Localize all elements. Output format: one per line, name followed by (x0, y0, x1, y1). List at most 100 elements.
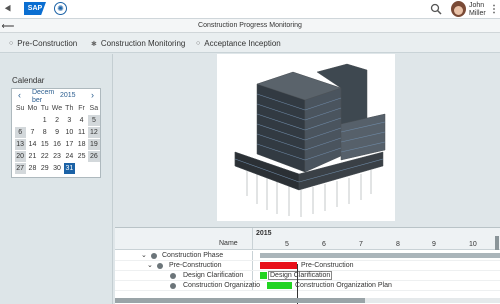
calendar-day[interactable]: 15 (39, 138, 51, 150)
calendar-day[interactable]: 29 (39, 162, 51, 174)
weekday-label: Tu (40, 105, 49, 112)
back-arrow-icon[interactable]: ⯇ (3, 2, 13, 16)
gantt-scroll-handle[interactable] (495, 236, 499, 250)
calendar-day[interactable]: 22 (39, 150, 51, 162)
gantt-bar-label: Construction Organization Plan (295, 282, 392, 289)
gantt-row[interactable]: Design Clarification Design Clarificatio… (115, 271, 500, 281)
page-title: Construction Progress Monitoring (198, 22, 302, 29)
calendar-day[interactable]: 3 (63, 114, 75, 126)
gantt-row[interactable]: ⌄ Construction Phase (115, 251, 500, 261)
tab-pre-construction[interactable]: ○ Pre-Construction (9, 39, 77, 48)
tab-marker-icon: ○ (9, 40, 14, 47)
calendar-day[interactable]: 13 (14, 138, 26, 150)
calendar-day[interactable]: 17 (63, 138, 75, 150)
calendar-day[interactable]: 16 (51, 138, 63, 150)
calendar-day[interactable]: 12 (88, 126, 100, 138)
tab-label: Construction Monitoring (100, 39, 186, 48)
calendar-day[interactable]: 1 (39, 114, 51, 126)
calendar-day-selected[interactable]: 31 (63, 162, 75, 174)
calendar-day[interactable]: 26 (88, 150, 100, 162)
gantt-column-label: 6 (322, 241, 326, 248)
calendar-day[interactable]: 14 (26, 138, 39, 150)
gantt-header: Name 2015 5 6 7 8 9 10 (115, 228, 500, 250)
tab-bar: ○ Pre-Construction ✱ Construction Monito… (0, 33, 500, 53)
calendar-month-top[interactable]: Decem (32, 89, 54, 96)
expand-chevron-icon[interactable]: ⌄ (147, 261, 153, 269)
tab-construction-monitoring[interactable]: ✱ Construction Monitoring (91, 39, 185, 48)
calendar-day[interactable]: 27 (14, 162, 26, 174)
calendar-day[interactable]: 4 (75, 114, 88, 126)
calendar-empty-cell (27, 115, 38, 126)
task-icon (170, 283, 176, 289)
calendar-day[interactable]: 20 (14, 150, 26, 162)
user-first-name: John (469, 2, 485, 9)
calendar-year[interactable]: 2015 (60, 92, 76, 99)
calendar-day[interactable]: 30 (51, 162, 63, 174)
calendar-day[interactable]: 11 (75, 126, 88, 138)
calendar-day[interactable]: 9 (51, 126, 63, 138)
tab-marker-icon: ✱ (91, 40, 97, 48)
horizontal-scrollbar[interactable] (115, 298, 500, 303)
user-name: John Miller (469, 2, 486, 18)
tab-marker-icon: ○ (196, 40, 201, 47)
calendar-day[interactable]: 23 (51, 150, 63, 162)
gantt-row[interactable]: Construction Organizatio Construction Or… (115, 281, 500, 291)
calendar-empty-cell (15, 115, 26, 126)
gantt-bar-design-clarification[interactable] (260, 272, 267, 279)
next-month-button[interactable]: › (91, 90, 94, 100)
prev-month-button[interactable]: ‹ (18, 90, 21, 100)
task-group-icon (157, 263, 163, 269)
gantt-row-name-cell: Construction Organizatio (115, 281, 260, 290)
building-model-image (217, 54, 395, 221)
weekday-label: Sa (89, 105, 99, 112)
top-bar: ⯇ SAP ✺ John Miller ⋮ (0, 0, 500, 19)
weekday-row: Su Mo Tu We Th Fr Sa (14, 105, 100, 112)
sap-logo-text: SAP (27, 5, 43, 12)
calendar-label: Calendar (12, 76, 45, 85)
search-icon[interactable] (429, 1, 443, 17)
calendar-day[interactable]: 2 (51, 114, 63, 126)
gantt-row[interactable]: ⌄ Pre-Construction Pre-Construction (115, 261, 500, 271)
gantt-bar-label: Pre-Construction (301, 262, 354, 269)
globe-icon[interactable]: ✺ (54, 2, 67, 15)
expand-chevron-icon[interactable]: ⌄ (141, 251, 147, 259)
tab-acceptance-inception[interactable]: ○ Acceptance Inception (196, 39, 281, 48)
avatar[interactable] (451, 1, 466, 17)
calendar-day[interactable]: 18 (75, 138, 88, 150)
calendar-day[interactable]: 5 (88, 114, 100, 126)
calendar-day[interactable]: 25 (75, 150, 88, 162)
calendar-day-grid: 1 2 3 4 5 6 7 8 9 10 11 12 13 14 15 16 17 18 19 20 21 22 23 24 2… (14, 114, 100, 174)
gantt-column-label: 10 (469, 241, 477, 248)
gantt-bar-pre-construction[interactable] (260, 262, 297, 269)
gantt-summary-bar[interactable] (260, 253, 500, 258)
calendar-day[interactable]: 10 (63, 126, 75, 138)
calendar-day[interactable]: 28 (26, 162, 39, 174)
subheader: ⟵ Construction Progress Monitoring (0, 19, 500, 33)
gantt-column-label: 8 (396, 241, 400, 248)
gantt-column-label: 9 (432, 241, 436, 248)
calendar-day[interactable]: 7 (26, 126, 39, 138)
calendar-day[interactable]: 21 (26, 150, 39, 162)
phase-icon (151, 253, 157, 259)
gantt-bar-construction-organization[interactable] (267, 282, 292, 289)
calendar-day[interactable]: 19 (88, 138, 100, 150)
gantt-row-label: Construction Phase (162, 252, 224, 259)
tab-label: Acceptance Inception (204, 39, 281, 48)
gantt-column-label: 7 (359, 241, 363, 248)
gantt-row-name-cell: ⌄ Pre-Construction (115, 261, 253, 270)
gantt-row-label: Design Clarification (183, 272, 244, 279)
horizontal-scroll-thumb[interactable] (115, 298, 365, 303)
weekday-label: Su (15, 105, 25, 112)
gantt-chart: Name 2015 5 6 7 8 9 10 ⌄ Construction Ph… (115, 227, 500, 304)
more-icon[interactable]: ⋮ (489, 2, 499, 16)
sap-logo: SAP (24, 2, 46, 15)
calendar-month-bottom[interactable]: ber (32, 97, 42, 104)
calendar-day[interactable]: 6 (14, 126, 26, 138)
weekday-label: Fr (78, 105, 85, 112)
gantt-row-label: Construction Organizatio (183, 282, 261, 289)
calendar-day[interactable]: 8 (39, 126, 51, 138)
gantt-name-column-header: Name (115, 228, 253, 249)
user-last-name: Miller (469, 10, 486, 17)
calendar-day[interactable]: 24 (63, 150, 75, 162)
gantt-column-label: 5 (285, 241, 289, 248)
